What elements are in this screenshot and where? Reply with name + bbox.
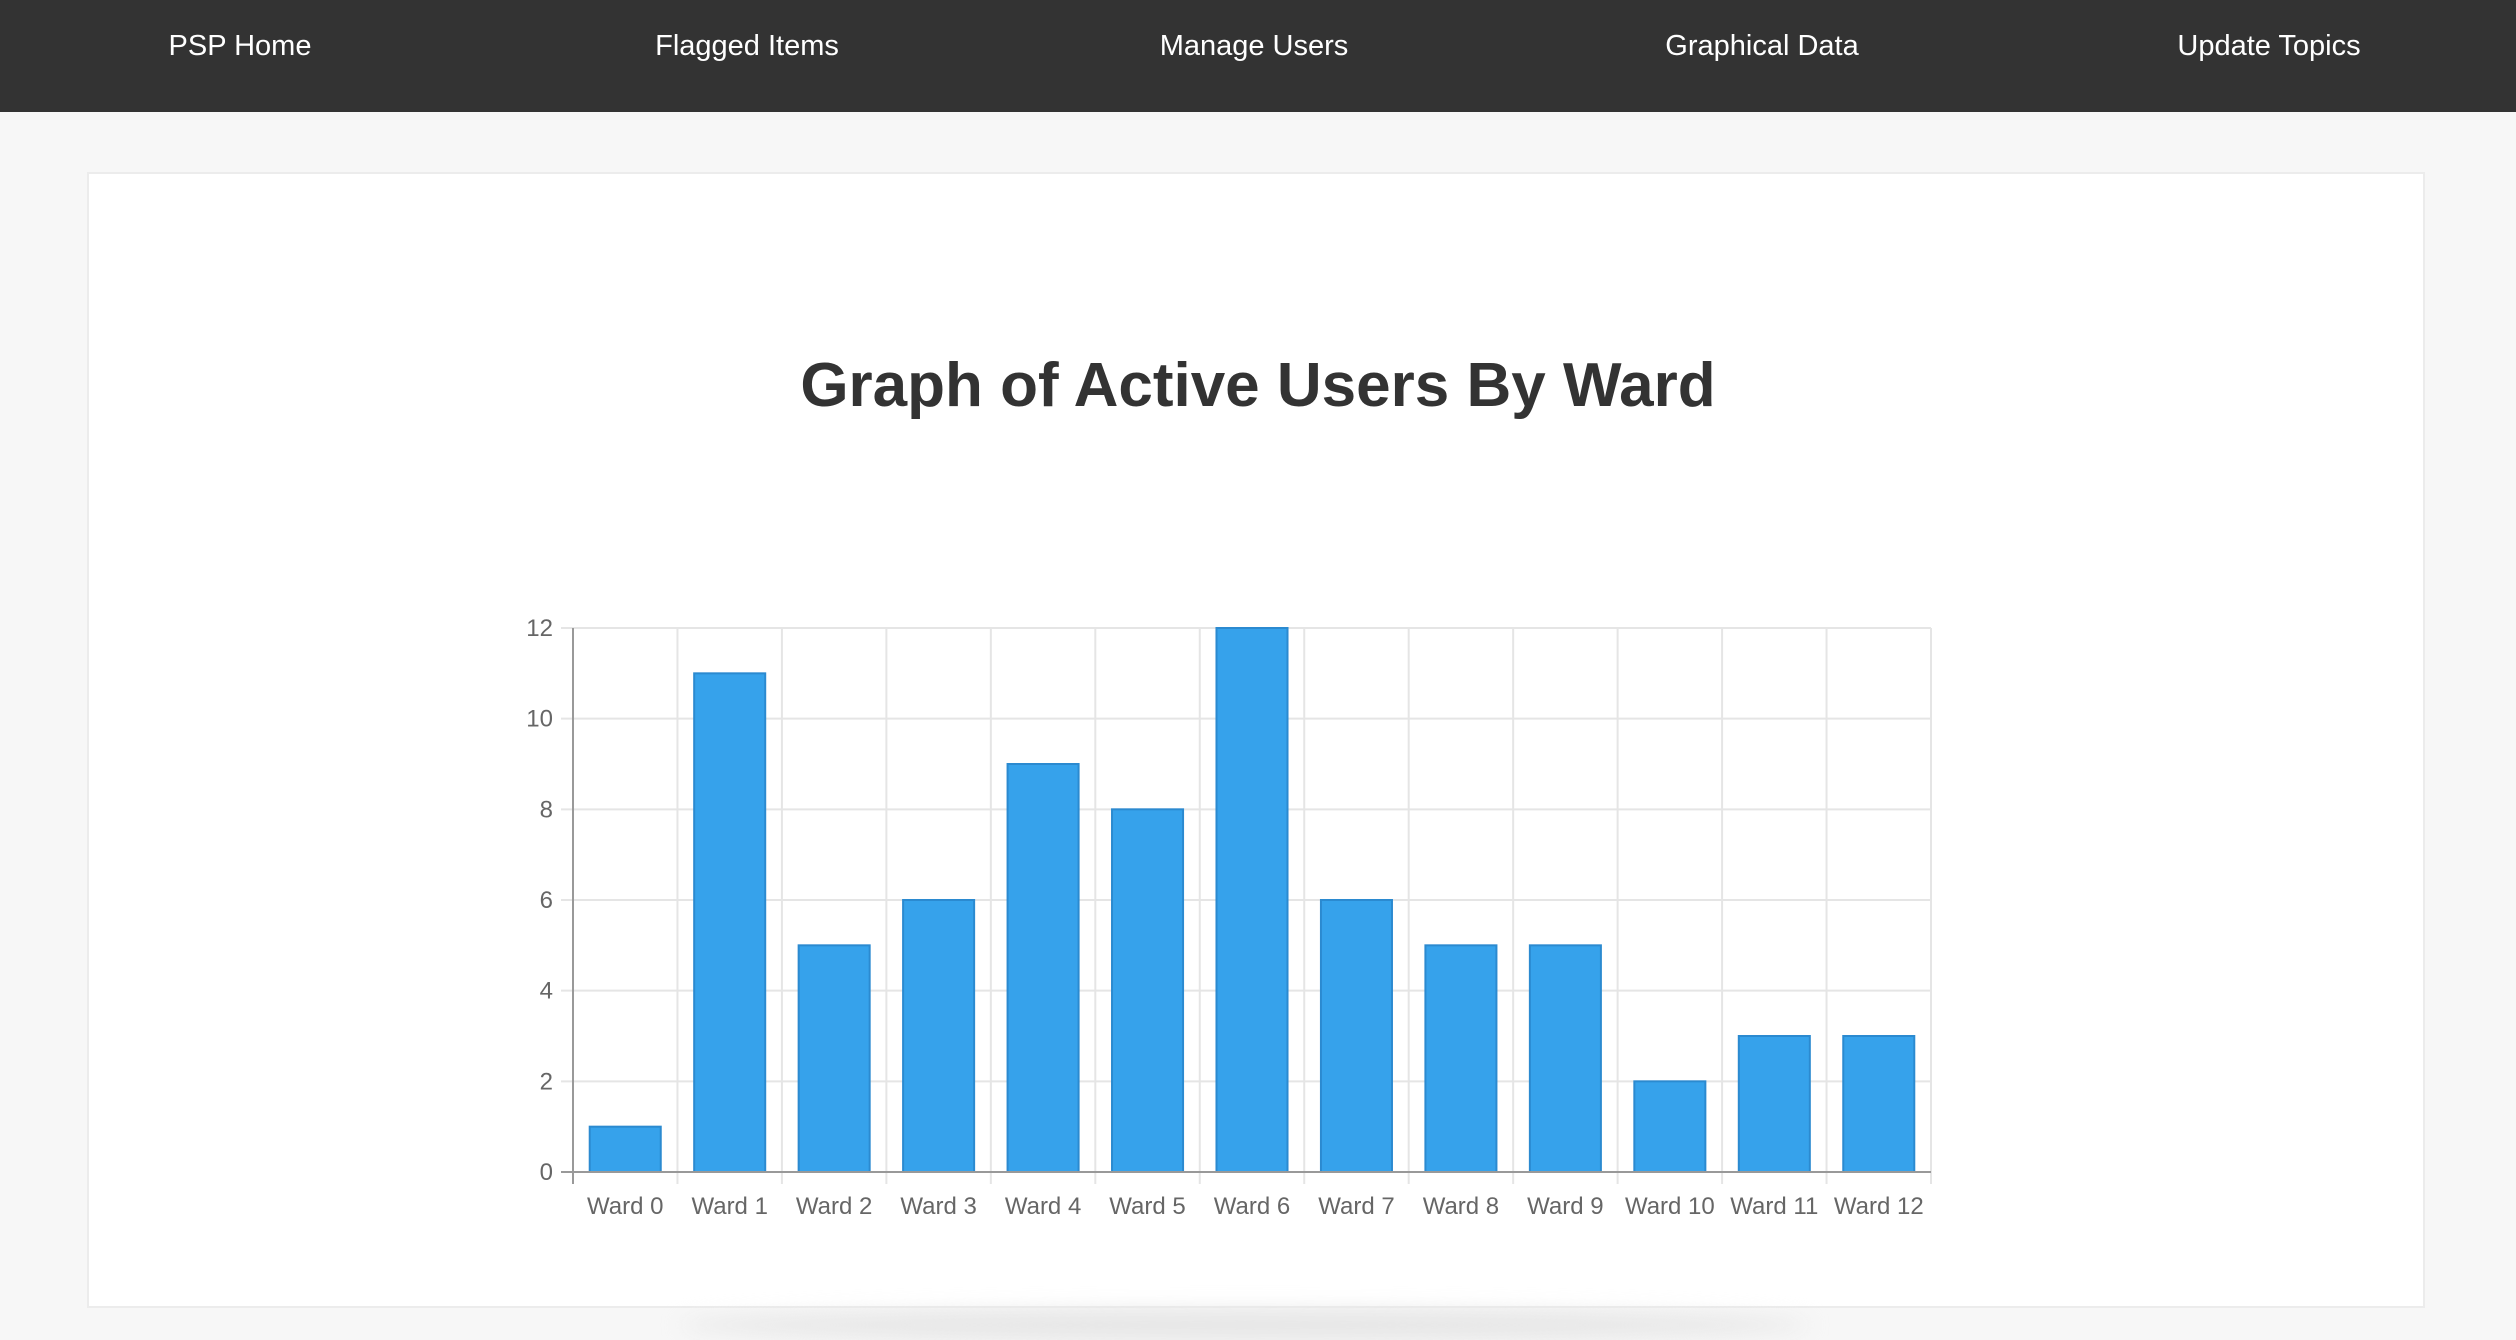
x-tick-label: Ward 4 — [1005, 1193, 1081, 1220]
x-tick-label: Ward 9 — [1527, 1193, 1603, 1220]
bar-ward-4 — [1006, 763, 1080, 1173]
bottom-shadow — [680, 1310, 1810, 1340]
bar-ward-10 — [1633, 1080, 1707, 1174]
y-tick-label: 12 — [526, 615, 553, 642]
x-tick-label: Ward 8 — [1423, 1193, 1499, 1220]
bar-ward-11 — [1737, 1035, 1811, 1173]
x-tick-label: Ward 1 — [691, 1193, 767, 1220]
x-tick-label: Ward 5 — [1109, 1193, 1185, 1220]
y-tick-label: 2 — [540, 1068, 553, 1095]
bar-ward-12 — [1842, 1035, 1916, 1173]
bar-ward-5 — [1111, 808, 1185, 1173]
bar-ward-6 — [1215, 627, 1289, 1173]
y-tick-label: 10 — [526, 706, 553, 733]
bar-ward-7 — [1319, 899, 1393, 1173]
y-tick-label: 4 — [540, 978, 553, 1005]
bar-ward-2 — [797, 944, 871, 1173]
x-tick-label: Ward 3 — [900, 1193, 976, 1220]
x-tick-label: Ward 12 — [1834, 1193, 1924, 1220]
x-tick-label: Ward 6 — [1214, 1193, 1290, 1220]
bar-ward-9 — [1528, 944, 1602, 1173]
bar-ward-0 — [588, 1125, 662, 1173]
x-tick-label: Ward 7 — [1318, 1193, 1394, 1220]
bar-ward-3 — [902, 899, 976, 1173]
bar-ward-8 — [1424, 944, 1498, 1173]
x-tick-label: Ward 10 — [1625, 1193, 1715, 1220]
x-tick-label: Ward 11 — [1730, 1193, 1818, 1220]
x-tick-label: Ward 0 — [587, 1193, 663, 1220]
x-tick-label: Ward 2 — [796, 1193, 872, 1220]
y-tick-label: 8 — [540, 796, 553, 823]
bar-ward-1 — [693, 672, 767, 1173]
bar-chart: 0 2 4 6 8 10 12 Ward 0 Ward 1 Ward 2 Ward 3 Ward 4 W… — [526, 615, 1932, 1220]
y-tick-label: 0 — [540, 1159, 553, 1186]
y-tick-label: 6 — [540, 887, 553, 914]
